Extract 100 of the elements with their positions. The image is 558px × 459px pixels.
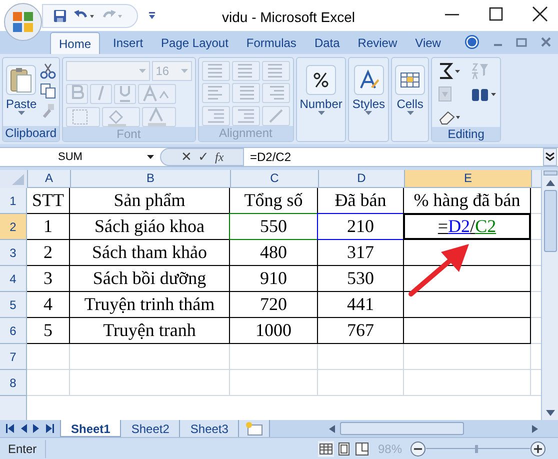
align-icon[interactable] bbox=[202, 83, 230, 104]
column-header[interactable]: C bbox=[231, 170, 319, 188]
expand-icon[interactable] bbox=[543, 148, 557, 166]
formula-cell[interactable]: =D2/C2 bbox=[404, 214, 531, 240]
font-color-icon[interactable] bbox=[142, 107, 176, 127]
cut-icon[interactable] bbox=[40, 63, 56, 79]
table-cell: Sách bồi dưỡng bbox=[70, 266, 230, 292]
row-header[interactable]: 5 bbox=[0, 292, 27, 318]
row-header[interactable]: 1 bbox=[0, 188, 27, 214]
table-cell: 910 bbox=[230, 266, 318, 292]
table-cell: 317 bbox=[318, 240, 404, 266]
row-header[interactable]: 3 bbox=[0, 240, 27, 266]
ribbon-tab[interactable]: View bbox=[410, 32, 446, 54]
table-cell: 550 bbox=[230, 214, 318, 240]
zoom-slider-thumb[interactable] bbox=[475, 444, 478, 452]
indent-icon[interactable] bbox=[202, 106, 230, 126]
table-cell: Sản phẩm bbox=[70, 188, 230, 214]
table-cell: % hàng đã bán bbox=[404, 188, 531, 214]
column-header[interactable]: A bbox=[28, 170, 71, 188]
select-all-icon[interactable] bbox=[0, 170, 28, 188]
font-name-field[interactable] bbox=[66, 61, 150, 81]
align-icon[interactable] bbox=[262, 61, 290, 81]
cancel-button[interactable]: ✕ bbox=[181, 150, 192, 164]
next-sheet-icon[interactable] bbox=[33, 424, 40, 433]
fill-color-icon[interactable] bbox=[102, 107, 140, 127]
table-cell: 530 bbox=[318, 266, 404, 292]
group-label: Font bbox=[62, 127, 195, 141]
caret-icon bbox=[406, 111, 414, 116]
previous-sheet-icon[interactable] bbox=[20, 424, 27, 433]
ribbon-button[interactable]: Styles bbox=[352, 61, 386, 141]
ribbon-tab[interactable]: Home bbox=[50, 32, 100, 54]
ribbon-tab[interactable]: Page Layout bbox=[156, 32, 234, 54]
column-header[interactable]: B bbox=[71, 170, 231, 188]
row-header[interactable]: 4 bbox=[0, 266, 27, 292]
grow-font-icon[interactable] bbox=[138, 84, 176, 104]
row-header[interactable]: 7 bbox=[0, 344, 27, 370]
ribbon-button[interactable]: Number bbox=[300, 61, 342, 141]
sheet-tab[interactable]: Sheet2 bbox=[121, 420, 180, 437]
bold-icon[interactable] bbox=[66, 84, 88, 104]
help-icon[interactable] bbox=[464, 34, 480, 50]
sheet-tab[interactable]: Sheet1 bbox=[60, 420, 122, 437]
status-mode: Enter bbox=[0, 440, 46, 458]
insert-sheet-icon[interactable] bbox=[239, 420, 270, 437]
normal-view-icon[interactable] bbox=[318, 440, 334, 456]
table-cell: 4 bbox=[27, 292, 70, 318]
font-size-value: 16 bbox=[156, 63, 170, 80]
table-cell: 1000 bbox=[230, 318, 318, 344]
table-cell: 441 bbox=[318, 292, 404, 318]
insert-function-button[interactable]: fx bbox=[215, 150, 224, 164]
first-sheet-icon[interactable] bbox=[6, 424, 14, 433]
caret-icon bbox=[138, 68, 146, 74]
ribbon-tab[interactable]: Review bbox=[352, 32, 402, 54]
table-cell: 3 bbox=[27, 266, 70, 292]
column-header[interactable]: D bbox=[319, 170, 405, 188]
name-box[interactable]: SUM bbox=[0, 148, 160, 166]
formula-field[interactable]: =D2/C2 bbox=[244, 148, 543, 166]
ribbon-tab[interactable]: Formulas bbox=[241, 32, 302, 54]
scrollbar-thumb[interactable] bbox=[544, 190, 556, 252]
ribbon-tab[interactable]: Data bbox=[309, 32, 345, 54]
percent-icon bbox=[306, 65, 336, 95]
annotation-arrow bbox=[408, 244, 469, 296]
page-layout-view-icon[interactable] bbox=[336, 440, 352, 456]
zoom-in-icon[interactable] bbox=[530, 440, 546, 456]
table-cell: 1 bbox=[27, 214, 70, 240]
office-logo-icon bbox=[11, 10, 35, 34]
align-icon[interactable] bbox=[262, 83, 290, 104]
border-icon[interactable] bbox=[66, 107, 100, 127]
page-break-view-icon[interactable] bbox=[354, 440, 370, 456]
table-cell: Truyện trinh thám bbox=[70, 292, 230, 318]
enter-button[interactable]: ✓ bbox=[198, 150, 209, 164]
underline-icon[interactable] bbox=[114, 84, 136, 104]
sheet-tab[interactable]: Sheet3 bbox=[180, 420, 240, 437]
row-header[interactable]: 8 bbox=[0, 370, 27, 396]
indent-icon[interactable] bbox=[232, 106, 260, 126]
italic-icon[interactable] bbox=[90, 84, 112, 104]
row-header[interactable]: 6 bbox=[0, 318, 27, 344]
align-icon[interactable] bbox=[202, 61, 230, 81]
column-header[interactable]: E bbox=[405, 170, 532, 188]
row-header[interactable]: 2 bbox=[0, 214, 27, 240]
ribbon-button[interactable]: Paste bbox=[6, 61, 37, 126]
zoom-out-icon[interactable] bbox=[410, 440, 426, 456]
last-sheet-icon[interactable] bbox=[46, 424, 54, 433]
split-handle-icon[interactable] bbox=[542, 170, 558, 176]
ribbon-tab[interactable]: Insert bbox=[108, 32, 148, 54]
button-label: Styles bbox=[352, 97, 386, 111]
table-cell: 210 bbox=[318, 214, 404, 240]
scrollbar-thumb[interactable] bbox=[340, 422, 464, 435]
button-label: Paste bbox=[6, 97, 37, 111]
caret-icon bbox=[365, 111, 372, 116]
align-icon[interactable] bbox=[232, 61, 260, 81]
copy-icon[interactable] bbox=[40, 83, 56, 99]
group-label: Editing bbox=[432, 127, 500, 141]
save-icon[interactable] bbox=[53, 8, 67, 22]
orientation-icon[interactable] bbox=[262, 106, 290, 126]
close-icon[interactable] bbox=[530, 4, 550, 24]
restore-icon[interactable] bbox=[516, 36, 528, 48]
caret-icon bbox=[18, 111, 25, 116]
align-icon[interactable] bbox=[232, 83, 260, 104]
customize-menu-icon[interactable] bbox=[148, 10, 156, 20]
ribbon-button[interactable]: Cells bbox=[395, 61, 426, 141]
